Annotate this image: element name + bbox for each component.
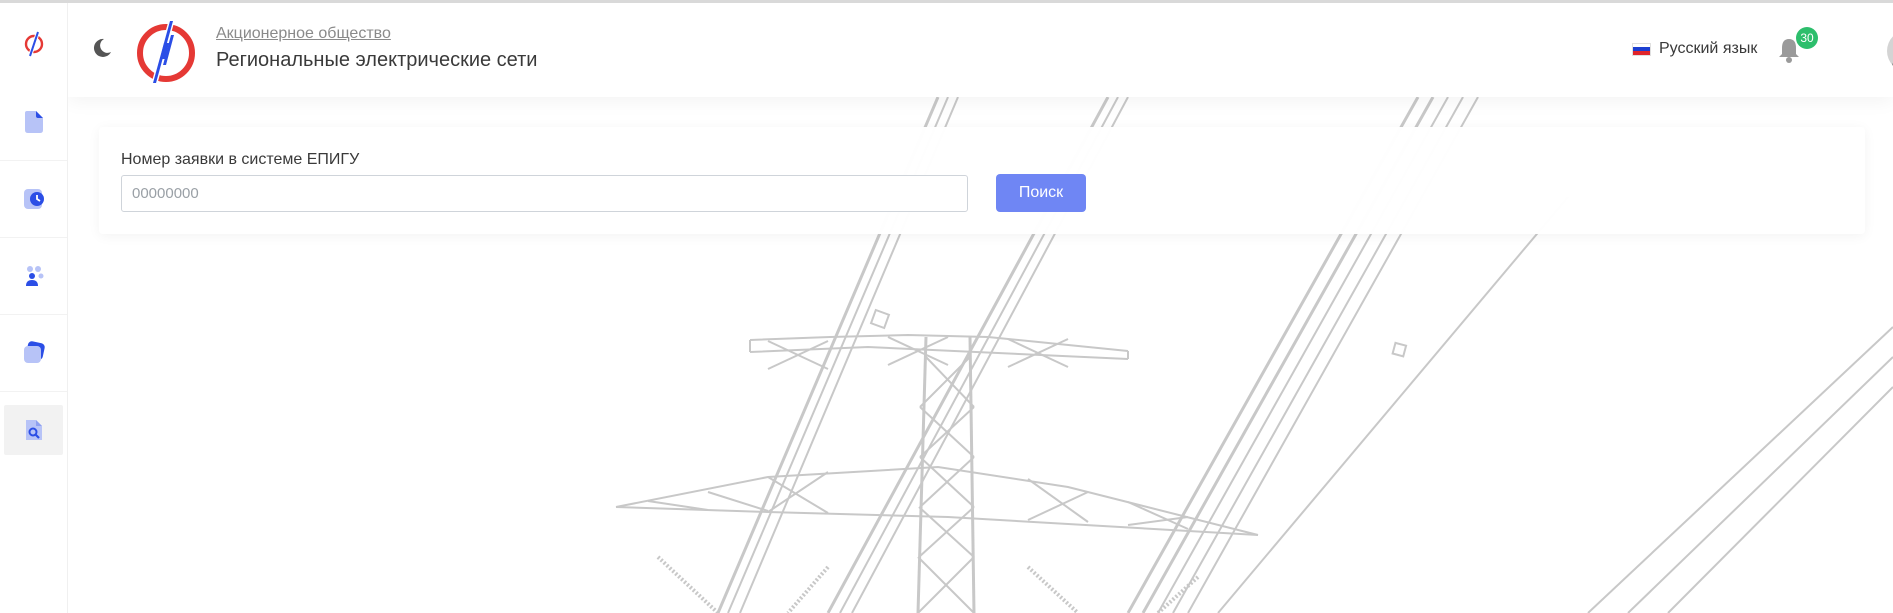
header: Акционерное общество Региональные электр… (68, 3, 1893, 97)
search-button[interactable]: Поиск (996, 174, 1086, 212)
russian-flag-icon (1632, 42, 1651, 56)
user-icon (1892, 62, 1893, 68)
window-top-border (0, 0, 1893, 3)
language-label: Русский язык (1659, 40, 1758, 57)
sidebar-item-cards[interactable] (0, 315, 67, 392)
language-selector[interactable]: Русский язык (1632, 40, 1757, 58)
sidebar-item-people[interactable] (0, 238, 67, 315)
sidebar-logo[interactable] (0, 3, 67, 84)
document-search-icon (25, 420, 42, 440)
avatar[interactable] (1887, 30, 1893, 72)
moon-icon[interactable] (90, 36, 114, 60)
sidebar (0, 3, 68, 613)
sidebar-item-history[interactable] (0, 161, 67, 238)
sidebar-item-documents[interactable] (0, 84, 67, 161)
application-number-input[interactable] (121, 175, 968, 212)
application-number-label: Номер заявки в системе ЕПИГУ (121, 151, 360, 168)
document-icon (24, 111, 43, 133)
company-logo (137, 19, 195, 85)
org-name: Региональные электрические сети (216, 49, 538, 71)
notification-badge: 30 (1796, 27, 1818, 49)
search-card: Номер заявки в системе ЕПИГУ Поиск (99, 127, 1865, 234)
org-type-link[interactable]: Акционерное общество (216, 25, 391, 43)
people-icon (25, 266, 43, 286)
sidebar-item-search[interactable] (4, 405, 63, 455)
document-clock-icon (23, 189, 44, 209)
logo-icon (24, 30, 43, 57)
cards-icon (23, 341, 45, 363)
